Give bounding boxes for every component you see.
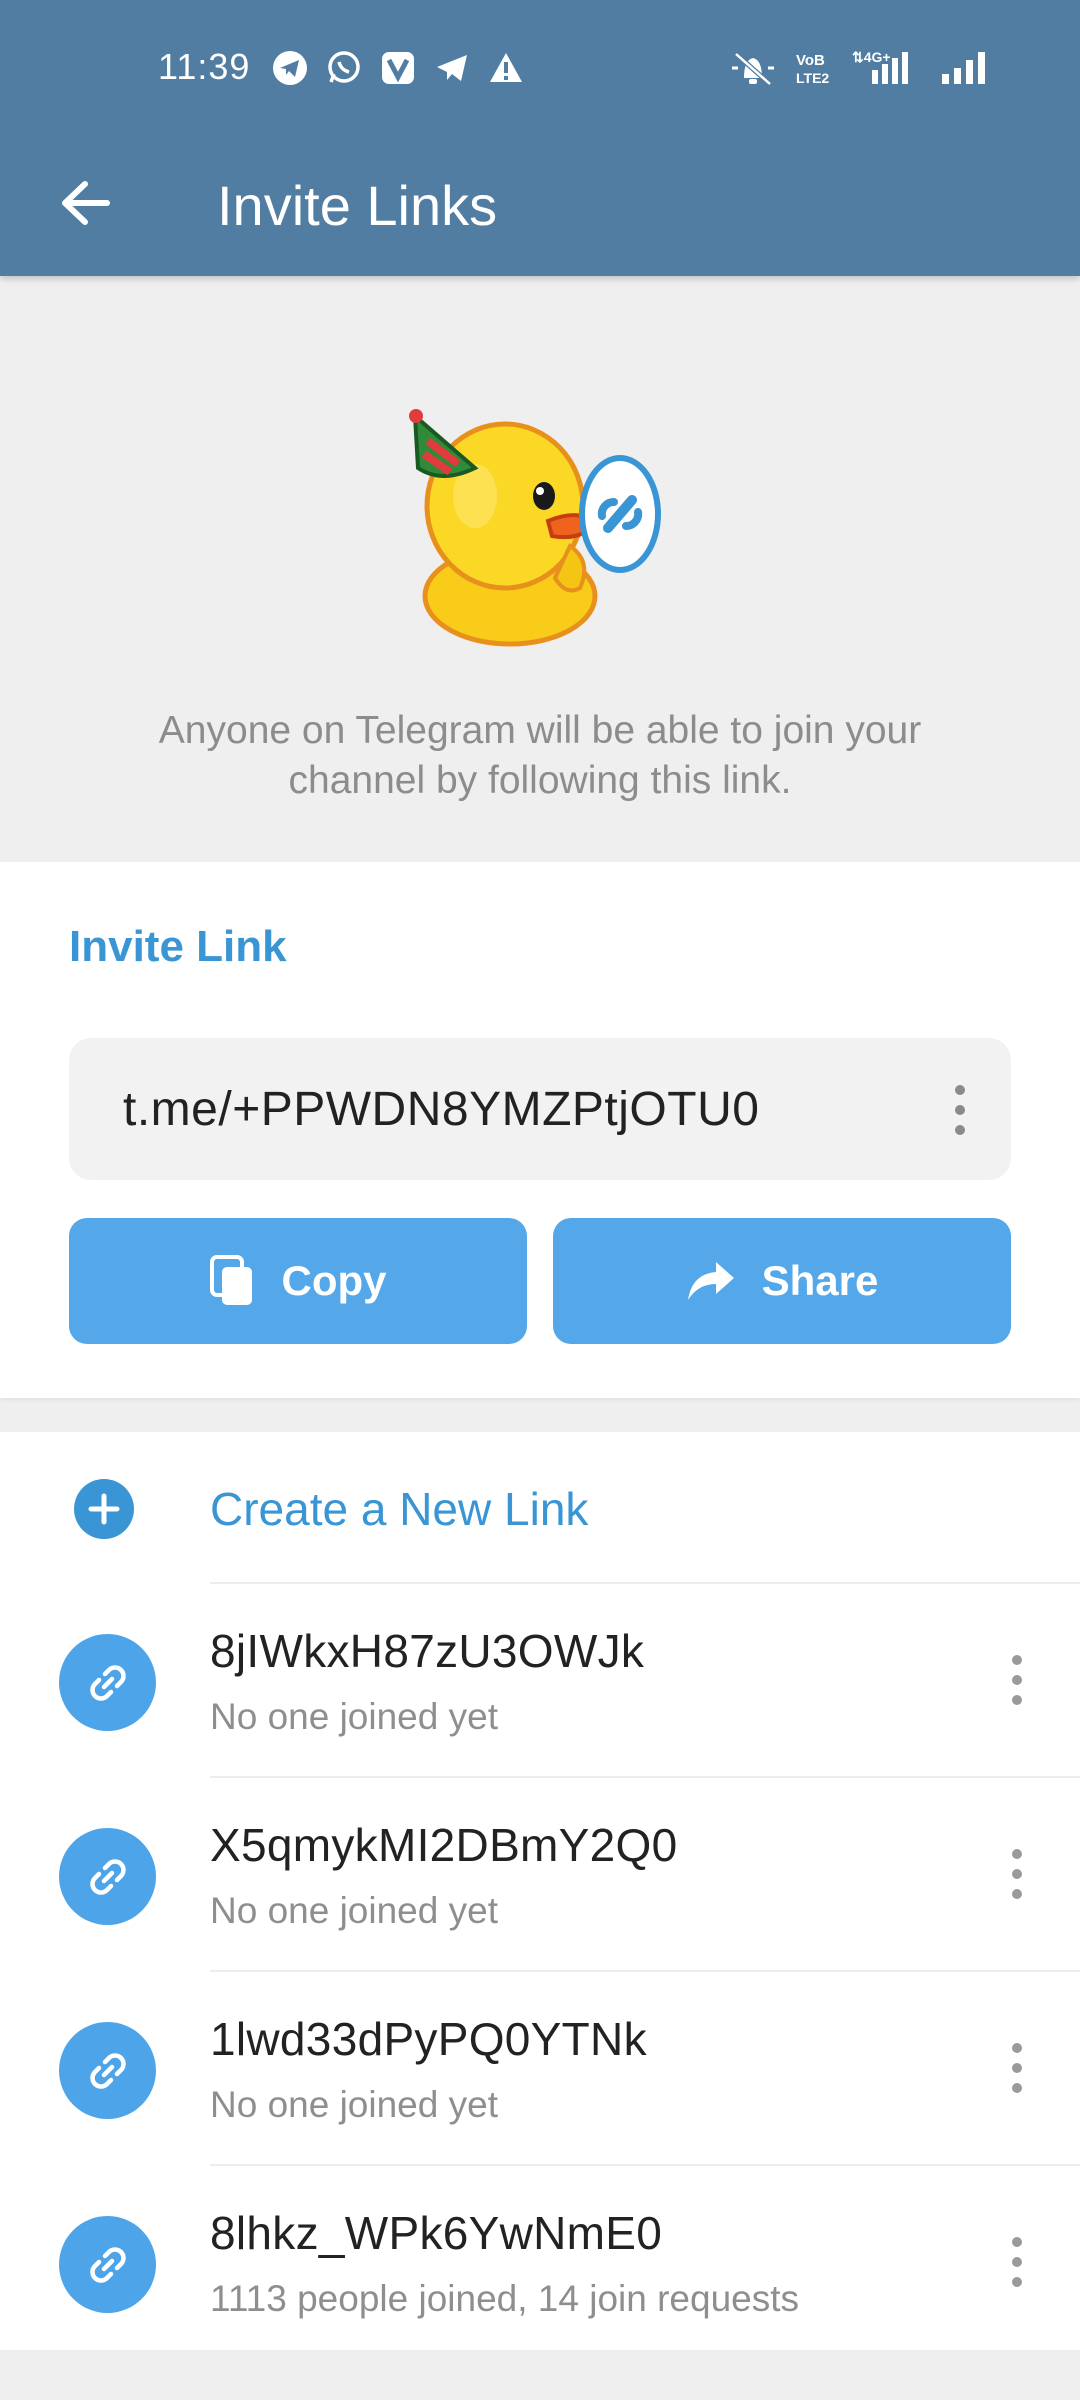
4g-signal-icon: ⇅4G+ [852, 49, 908, 84]
signal-icon [942, 52, 985, 84]
svg-text:⇅4G+: ⇅4G+ [852, 49, 891, 65]
copy-button[interactable]: Copy [69, 1218, 527, 1344]
link-title: 8jIWkxH87zU3OWJk [210, 1625, 645, 1677]
copy-label: Copy [281, 1257, 387, 1304]
plus-icon [74, 1479, 134, 1539]
status-time: 11:39 [158, 46, 251, 87]
link-icon [59, 1634, 156, 1731]
duck-party-sticker [409, 409, 661, 647]
link-icon [59, 2216, 156, 2313]
more-vertical-icon[interactable] [1002, 2232, 1032, 2292]
invite-link-box[interactable]: t.me/+PPWDN8YMZPtjOTU0 [69, 1038, 1011, 1180]
link-subtitle: No one joined yet [210, 2084, 498, 2125]
telegram-icon [272, 50, 312, 90]
header: 11:39 VoB LTE2 ⇅4G+ Invite Links [0, 0, 1080, 276]
status-bar: 11:39 VoB LTE2 ⇅4G+ [0, 0, 1080, 136]
link-subtitle: 1113 people joined, 14 join requests [210, 2278, 800, 2319]
list-item[interactable]: 8jIWkxH87zU3OWJk No one joined yet [0, 1584, 1080, 1776]
system-icons: VoB LTE2 ⇅4G+ [730, 48, 990, 88]
app-bar: Invite Links [0, 136, 1080, 276]
volte-icon: VoBLTE2 [796, 52, 829, 86]
list-item[interactable]: 8lhkz_WPk6YwNmE0 1113 people joined, 14 … [0, 2166, 1080, 2358]
whatsapp-icon [326, 50, 366, 90]
more-vertical-icon[interactable] [1002, 2038, 1032, 2098]
create-link-label: Create a New Link [210, 1483, 589, 1535]
link-icon [59, 2022, 156, 2119]
more-vertical-icon[interactable] [1002, 1844, 1032, 1904]
back-button[interactable] [40, 158, 130, 248]
telegram-plane-icon [434, 50, 474, 90]
links-list: Create a New Link 8jIWkxH87zU3OWJk No on… [0, 1432, 1080, 2350]
link-title: X5qmykMI2DBmY2Q0 [210, 1819, 678, 1871]
list-item[interactable]: 1lwd33dPyPQ0YTNk No one joined yet [0, 1972, 1080, 2164]
svg-text:LTE2: LTE2 [796, 70, 829, 86]
link-subtitle: No one joined yet [210, 1890, 498, 1931]
svg-text:VoB: VoB [796, 52, 825, 69]
create-link-button[interactable]: Create a New Link [0, 1432, 1080, 1582]
share-label: Share [761, 1257, 879, 1304]
notification-icons [272, 50, 528, 90]
section-title: Invite Link [69, 922, 287, 971]
arrow-left-icon [62, 181, 110, 225]
mute-icon [732, 52, 774, 86]
invite-link-text[interactable]: t.me/+PPWDN8YMZPtjOTU0 [123, 1082, 759, 1137]
page-title: Invite Links [217, 174, 498, 237]
share-button[interactable]: Share [553, 1218, 1011, 1344]
list-item[interactable]: X5qmykMI2DBmY2Q0 No one joined yet [0, 1778, 1080, 1970]
hero-section: Anyone on Telegram will be able to join … [0, 276, 1080, 862]
share-icon [687, 1262, 734, 1300]
vivaldi-icon [380, 50, 420, 90]
link-subtitle: No one joined yet [210, 1696, 498, 1737]
link-title: 8lhkz_WPk6YwNmE0 [210, 2207, 663, 2259]
warning-icon [488, 50, 528, 90]
link-title: 1lwd33dPyPQ0YTNk [210, 2013, 647, 2065]
hero-description: Anyone on Telegram will be able to join … [158, 709, 922, 802]
invite-link-card: Invite Link t.me/+PPWDN8YMZPtjOTU0 Copy … [0, 862, 1080, 1398]
more-vertical-icon[interactable] [945, 1082, 975, 1138]
more-vertical-icon[interactable] [1002, 1650, 1032, 1710]
link-icon [59, 1828, 156, 1925]
copy-icon [209, 1255, 252, 1305]
